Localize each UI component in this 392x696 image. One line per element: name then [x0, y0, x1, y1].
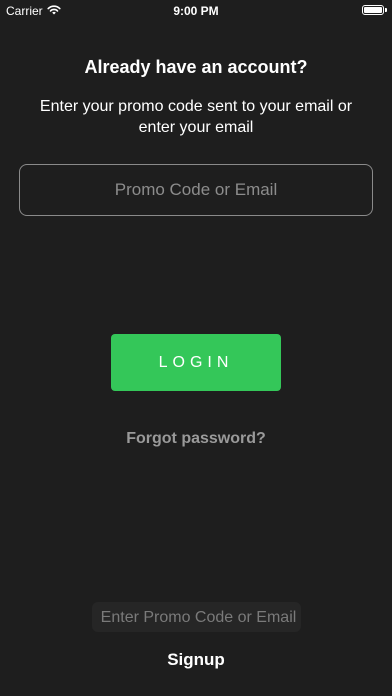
battery-cap [385, 8, 387, 12]
signup-link[interactable]: Signup [0, 650, 392, 670]
status-time: 9:00 PM [173, 4, 219, 18]
promo-input-container [19, 164, 373, 216]
bottom-input-container [92, 602, 305, 634]
status-bar: Carrier 9:00 PM [0, 0, 392, 22]
page-subtitle: Enter your promo code sent to your email… [39, 98, 353, 136]
login-button[interactable]: LOGIN [111, 334, 281, 391]
bottom-promo-email-input[interactable] [92, 602, 305, 634]
forgot-password-link[interactable]: Forgot password? [0, 430, 392, 448]
page-title: Already have an account? [84, 57, 308, 77]
battery-icon [362, 5, 387, 15]
promo-code-email-input[interactable] [20, 164, 372, 216]
login-button-label: LOGIN [158, 353, 234, 371]
battery-fill [364, 7, 382, 13]
